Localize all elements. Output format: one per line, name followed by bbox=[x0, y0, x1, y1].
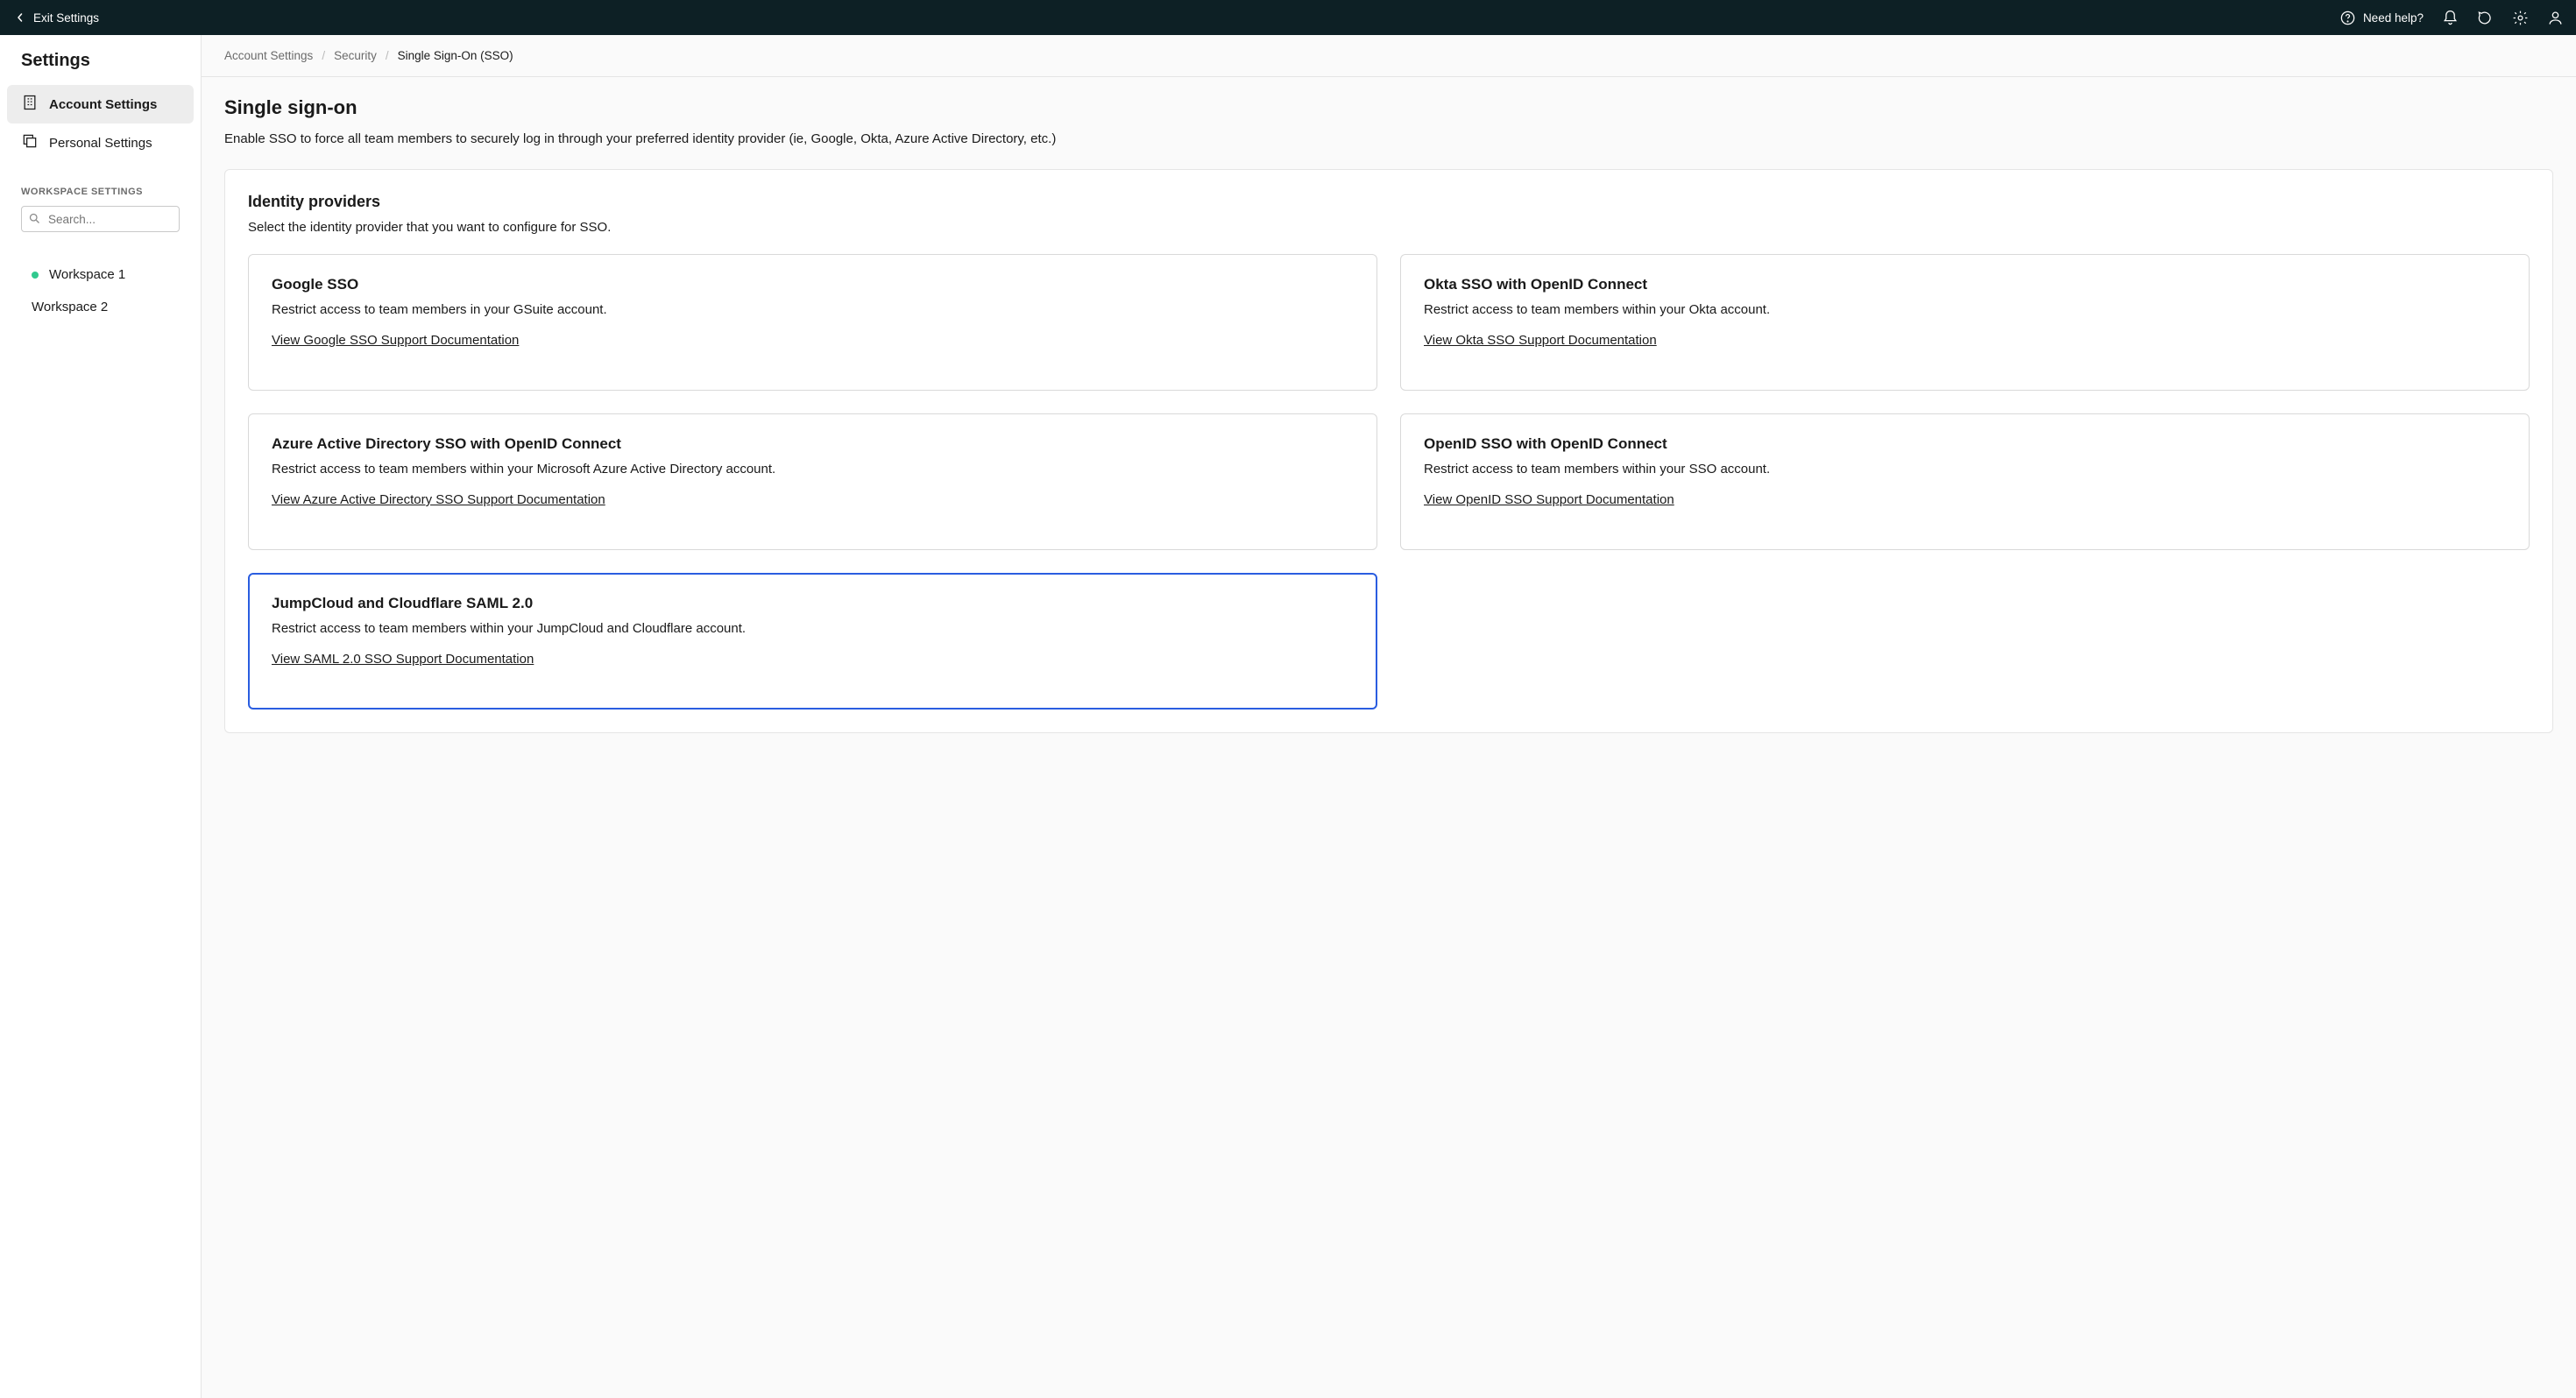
breadcrumb-item[interactable]: Security bbox=[334, 49, 377, 62]
provider-doc-link[interactable]: View OpenID SSO Support Documentation bbox=[1424, 492, 1674, 507]
page-header: Single sign-on Enable SSO to force all t… bbox=[202, 77, 2576, 169]
provider-card[interactable]: Okta SSO with OpenID Connect Restrict acc… bbox=[1400, 254, 2530, 391]
sidebar-item-account-settings[interactable]: Account Settings bbox=[7, 85, 194, 124]
provider-name: JumpCloud and Cloudflare SAML 2.0 bbox=[272, 595, 1354, 612]
breadcrumb-separator: / bbox=[322, 49, 325, 62]
copy-icon bbox=[21, 132, 39, 153]
provider-desc: Restrict access to team members within y… bbox=[272, 460, 1354, 478]
breadcrumb: Account Settings / Security / Single Sig… bbox=[202, 35, 2576, 77]
provider-doc-link[interactable]: View Google SSO Support Documentation bbox=[272, 333, 519, 348]
active-dot-icon bbox=[32, 272, 39, 279]
breadcrumb-item-current: Single Sign-On (SSO) bbox=[398, 49, 513, 62]
chevron-left-icon bbox=[16, 13, 25, 22]
provider-doc-link[interactable]: View Azure Active Directory SSO Support … bbox=[272, 492, 605, 507]
need-help-button[interactable]: Need help? bbox=[2339, 9, 2424, 26]
sidebar-title: Settings bbox=[0, 51, 201, 85]
card-subtitle: Select the identity provider that you wa… bbox=[248, 220, 2530, 235]
provider-card[interactable]: JumpCloud and Cloudflare SAML 2.0 Restric… bbox=[248, 573, 1377, 710]
search-input[interactable] bbox=[21, 206, 180, 232]
sidebar-item-personal-settings[interactable]: Personal Settings bbox=[7, 124, 194, 162]
provider-desc: Restrict access to team members within y… bbox=[1424, 460, 2506, 478]
notifications-icon[interactable] bbox=[2441, 9, 2459, 26]
topbar-right: Need help? bbox=[2339, 9, 2564, 26]
workspace-section-label: WORKSPACE SETTINGS bbox=[0, 162, 201, 206]
page-title: Single sign-on bbox=[224, 96, 2553, 119]
workspace-name: Workspace 1 bbox=[49, 267, 125, 282]
exit-settings-label: Exit Settings bbox=[33, 11, 99, 25]
exit-settings-button[interactable]: Exit Settings bbox=[16, 11, 99, 25]
provider-desc: Restrict access to team members within y… bbox=[272, 619, 1354, 638]
provider-desc: Restrict access to team members within y… bbox=[1424, 300, 2506, 319]
workspace-search bbox=[21, 206, 180, 232]
provider-card[interactable]: OpenID SSO with OpenID Connect Restrict a… bbox=[1400, 413, 2530, 550]
workspace-name: Workspace 2 bbox=[32, 300, 108, 314]
workspace-item[interactable]: Workspace 1 bbox=[0, 258, 201, 291]
workspace-list: Workspace 1 Workspace 2 bbox=[0, 232, 201, 323]
main-content: Account Settings / Security / Single Sig… bbox=[202, 35, 2576, 1398]
provider-name: Okta SSO with OpenID Connect bbox=[1424, 276, 2506, 293]
chat-icon[interactable] bbox=[2476, 9, 2494, 26]
need-help-label: Need help? bbox=[2363, 11, 2424, 25]
provider-name: Google SSO bbox=[272, 276, 1354, 293]
provider-doc-link[interactable]: View Okta SSO Support Documentation bbox=[1424, 333, 1657, 348]
identity-providers-card: Identity providers Select the identity p… bbox=[224, 169, 2553, 733]
provider-name: OpenID SSO with OpenID Connect bbox=[1424, 435, 2506, 453]
user-icon[interactable] bbox=[2546, 9, 2564, 26]
sidebar-item-label: Account Settings bbox=[49, 97, 157, 112]
building-icon bbox=[21, 94, 39, 115]
provider-doc-link[interactable]: View SAML 2.0 SSO Support Documentation bbox=[272, 652, 534, 667]
breadcrumb-separator: / bbox=[386, 49, 389, 62]
help-icon bbox=[2339, 9, 2357, 26]
gear-icon[interactable] bbox=[2511, 9, 2529, 26]
provider-card[interactable]: Google SSO Restrict access to team member… bbox=[248, 254, 1377, 391]
provider-name: Azure Active Directory SSO with OpenID C… bbox=[272, 435, 1354, 453]
breadcrumb-item[interactable]: Account Settings bbox=[224, 49, 313, 62]
card-title: Identity providers bbox=[248, 193, 2530, 211]
provider-desc: Restrict access to team members in your … bbox=[272, 300, 1354, 319]
workspace-item[interactable]: Workspace 2 bbox=[0, 291, 201, 323]
page-description: Enable SSO to force all team members to … bbox=[224, 131, 2553, 146]
topbar: Exit Settings Need help? bbox=[0, 0, 2576, 35]
provider-grid: Google SSO Restrict access to team member… bbox=[248, 254, 2530, 710]
sidebar: Settings Account Settings Personal Setti… bbox=[0, 35, 202, 1398]
sidebar-item-label: Personal Settings bbox=[49, 136, 152, 151]
search-icon bbox=[28, 212, 41, 225]
provider-card[interactable]: Azure Active Directory SSO with OpenID C… bbox=[248, 413, 1377, 550]
